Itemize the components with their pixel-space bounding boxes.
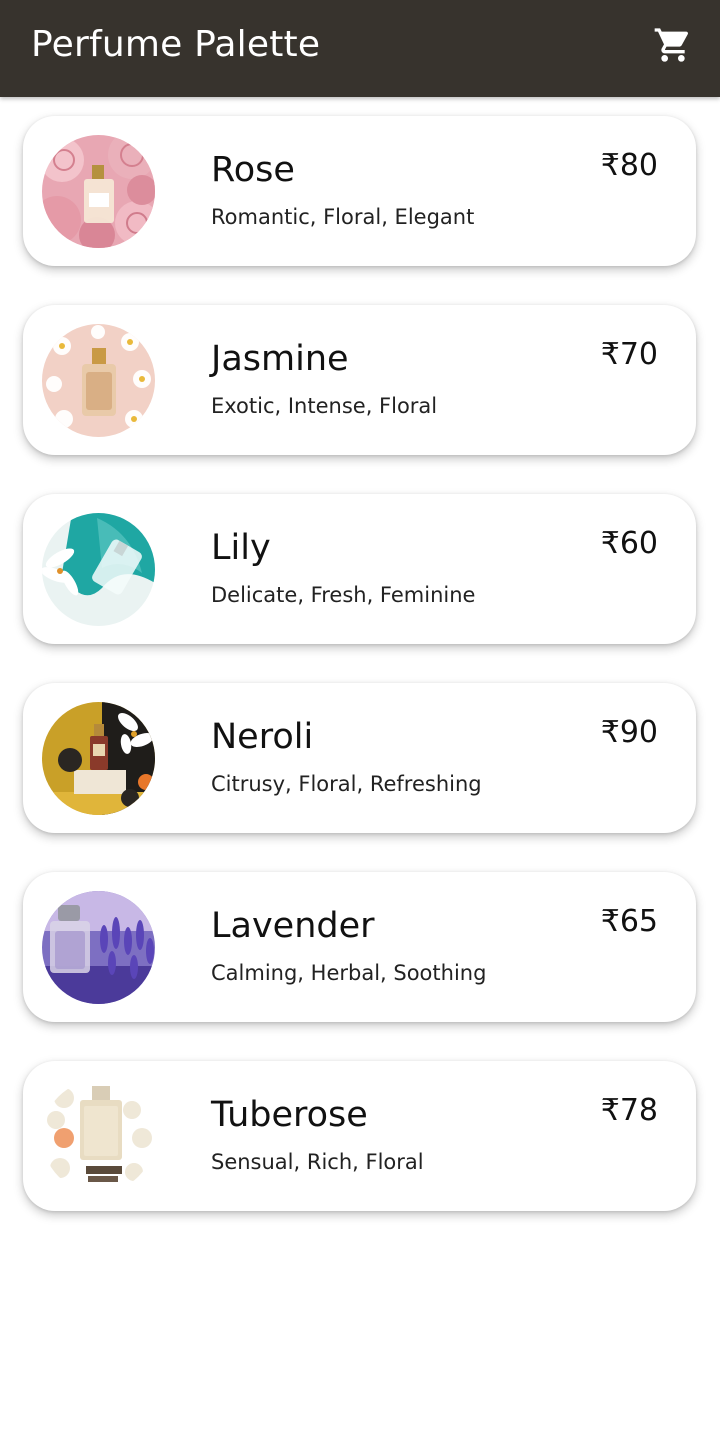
- product-name: Rose: [211, 150, 295, 190]
- product-description: Citrusy, Floral, Refreshing: [211, 772, 482, 796]
- product-price: ₹70: [600, 337, 658, 372]
- product-image-jasmine: [42, 324, 155, 437]
- product-card-tuberose[interactable]: Tuberose Sensual, Rich, Floral ₹78: [23, 1061, 696, 1211]
- cart-button[interactable]: [650, 22, 696, 68]
- product-name: Lily: [211, 528, 271, 568]
- product-image-lily: [42, 513, 155, 626]
- product-price: ₹90: [600, 715, 658, 750]
- product-name: Neroli: [211, 717, 314, 757]
- product-image-lavender: [42, 891, 155, 1004]
- product-image-neroli: [42, 702, 155, 815]
- product-description: Exotic, Intense, Floral: [211, 394, 438, 418]
- product-name: Jasmine: [211, 339, 349, 379]
- product-price: ₹65: [600, 904, 658, 939]
- app-title: Perfume Palette: [31, 24, 321, 65]
- product-card-neroli[interactable]: Neroli Citrusy, Floral, Refreshing ₹90: [23, 683, 696, 833]
- product-card-rose[interactable]: Rose Romantic, Floral, Elegant ₹80: [23, 116, 696, 266]
- product-price: ₹80: [600, 148, 658, 183]
- shopping-cart-icon: [654, 28, 689, 62]
- product-card-lily[interactable]: Lily Delicate, Fresh, Feminine ₹60: [23, 494, 696, 644]
- product-card-lavender[interactable]: Lavender Calming, Herbal, Soothing ₹65: [23, 872, 696, 1022]
- product-image-tuberose: [42, 1080, 155, 1193]
- product-price: ₹78: [600, 1093, 658, 1128]
- product-image-rose: [42, 135, 155, 248]
- product-description: Delicate, Fresh, Feminine: [211, 583, 476, 607]
- product-name: Lavender: [211, 906, 375, 946]
- product-name: Tuberose: [211, 1095, 368, 1135]
- product-description: Romantic, Floral, Elegant: [211, 205, 475, 229]
- product-card-jasmine[interactable]: Jasmine Exotic, Intense, Floral ₹70: [23, 305, 696, 455]
- product-description: Calming, Herbal, Soothing: [211, 961, 487, 985]
- product-description: Sensual, Rich, Floral: [211, 1150, 424, 1174]
- product-price: ₹60: [600, 526, 658, 561]
- app-bar: Perfume Palette: [0, 0, 720, 97]
